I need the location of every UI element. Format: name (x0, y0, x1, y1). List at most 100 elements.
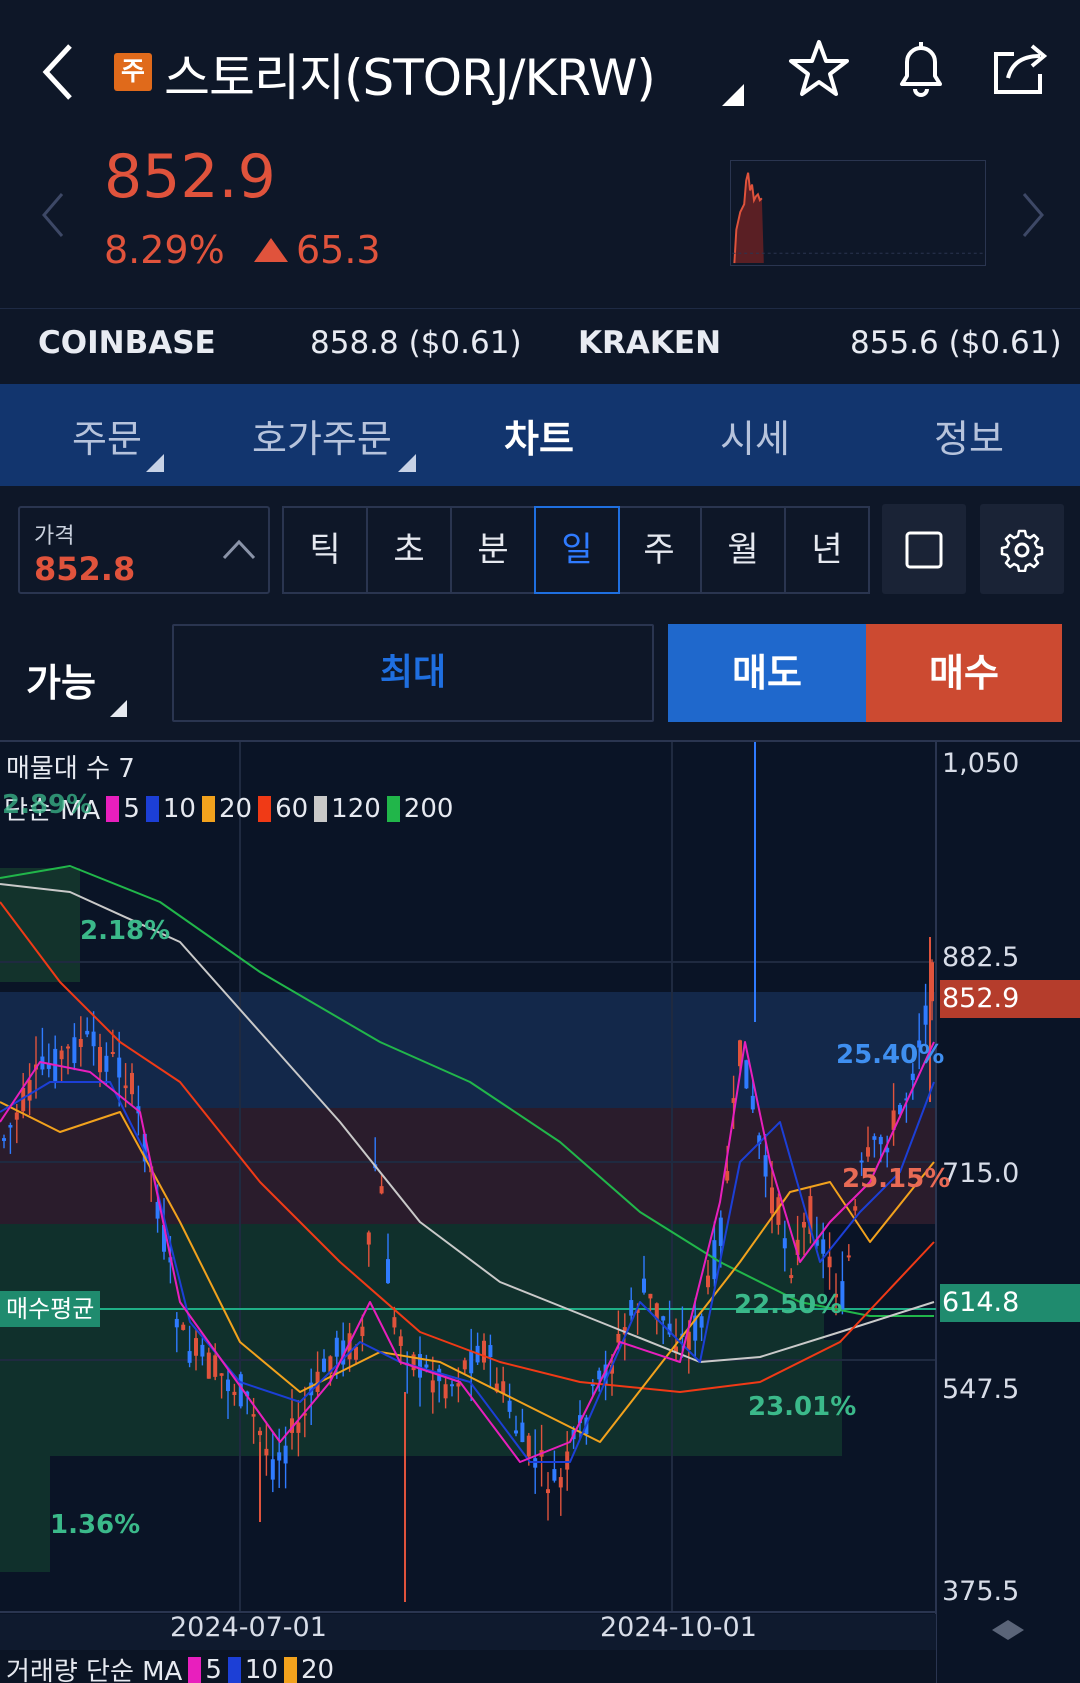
candle-body (117, 1057, 122, 1078)
candle-body (802, 1221, 806, 1228)
candle-body (750, 1095, 755, 1110)
candle-body (923, 1005, 928, 1025)
share-icon[interactable] (988, 36, 1054, 102)
candle-body (174, 1318, 179, 1328)
candle-body (821, 1239, 826, 1254)
profile-percent: 25.40% (836, 1040, 945, 1070)
ma10-swatch (145, 795, 159, 822)
ma20-label: 20 (218, 793, 253, 824)
candle-body (59, 1050, 64, 1060)
tab-order[interactable]: 주문 (72, 408, 142, 463)
period-tick[interactable]: 틱 (284, 508, 368, 592)
volume-ma-legend: 거래량 단순 MA 5 10 20 (6, 1651, 334, 1683)
chart-toolbar: 가격 852.8 틱 초 분 일 주 월 년 (0, 486, 1080, 604)
candle-body (379, 1186, 384, 1194)
candle-body (226, 1379, 230, 1392)
asset-title[interactable]: 스토리지(STORJ/KRW) (164, 38, 656, 110)
ma200-swatch (386, 795, 400, 822)
candle-body (859, 1160, 864, 1163)
square-icon (905, 531, 943, 569)
volume-profile-zone (0, 992, 936, 1108)
candle-body (552, 1469, 557, 1481)
fullscreen-button[interactable] (882, 504, 966, 594)
period-minute[interactable]: 분 (452, 508, 536, 592)
ma5-label: 5 (123, 793, 140, 824)
price-selector-label: 가격 (34, 524, 75, 549)
candle-body (392, 1317, 397, 1328)
price-selector[interactable]: 가격 852.8 (18, 506, 270, 594)
candle-body (200, 1344, 205, 1357)
profile-percent: 25.15% (842, 1164, 951, 1194)
period-month[interactable]: 월 (702, 508, 786, 592)
candle-body (14, 1112, 19, 1120)
volume-profile-zone (0, 1456, 50, 1572)
exchange-prices: COINBASE 858.8 ($0.61) KRAKEN 855.6 ($0.… (0, 308, 1080, 384)
exchange-name: KRAKEN (578, 325, 722, 361)
candle-body (264, 1448, 269, 1456)
profile-percent: 23.01% (748, 1392, 857, 1422)
max-quantity-button[interactable]: 최대 (172, 624, 654, 722)
tab-info[interactable]: 정보 (934, 408, 1004, 463)
ma10-label: 10 (162, 793, 196, 824)
profile-percent: 1.36% (50, 1510, 141, 1540)
back-arrow-icon[interactable] (40, 40, 80, 104)
sell-button[interactable]: 매도 (668, 624, 866, 722)
candle-body (130, 1072, 134, 1095)
vol-ma5-swatch (188, 1656, 202, 1683)
candle-body (789, 1275, 794, 1279)
candle-body (488, 1345, 493, 1358)
candle-body (104, 1055, 109, 1072)
period-day[interactable]: 일 (534, 506, 620, 594)
candle-body (360, 1326, 365, 1337)
candle-body (725, 1171, 730, 1181)
candle-body (98, 1046, 102, 1073)
ma120-label: 120 (331, 793, 381, 824)
price-chart[interactable]: 매물대 수 7 단순 MA 5 10 20 60 120 200 2.89% 1… (0, 740, 1080, 1683)
candle-body (206, 1352, 211, 1379)
volume-profile-label: 매물대 수 7 (6, 754, 135, 784)
candle-body (770, 1187, 774, 1214)
candle-body (258, 1430, 262, 1436)
candle-body (648, 1293, 653, 1299)
candle-body (514, 1430, 518, 1434)
candle-body (910, 1073, 915, 1081)
main-tabs: 주문 호가주문 차트 시세 정보 (0, 384, 1080, 486)
y-tick: 375.5 (942, 1576, 1020, 1607)
star-icon[interactable] (786, 36, 852, 102)
change-amount: 65.3 (296, 228, 381, 272)
period-week[interactable]: 주 (618, 508, 702, 592)
y-tick: 547.5 (942, 1374, 1020, 1405)
bell-icon[interactable] (888, 36, 954, 102)
volume-ma-title: 거래량 단순 MA (6, 1657, 183, 1683)
tab-market[interactable]: 시세 (720, 408, 790, 463)
buy-button[interactable]: 매수 (866, 624, 1062, 722)
candle-body (878, 1136, 883, 1145)
ma20-swatch (201, 795, 215, 822)
candle-body (526, 1435, 531, 1457)
candle-body (507, 1400, 512, 1412)
avail-dropdown[interactable]: 가능 (26, 652, 96, 707)
profile-percent: 22.50% (734, 1290, 843, 1320)
candle-body (187, 1351, 192, 1363)
candle-body (482, 1340, 486, 1363)
settings-button[interactable] (980, 504, 1064, 594)
period-second[interactable]: 초 (368, 508, 452, 592)
order-bar: 가능 최대 매도 매수 (0, 604, 1080, 740)
candle-body (706, 1275, 710, 1288)
tab-chart[interactable]: 차트 (504, 408, 574, 463)
candle-body (72, 1037, 77, 1064)
tab-quote-order[interactable]: 호가주문 (252, 408, 392, 463)
candlestick-chart[interactable] (0, 742, 1080, 1683)
candle-body (501, 1381, 506, 1394)
candle-body (334, 1337, 339, 1357)
change-percent: 8.29% (104, 228, 225, 272)
next-asset-icon[interactable] (1018, 190, 1048, 240)
prev-asset-icon[interactable] (38, 190, 68, 240)
dropdown-corner-icon[interactable] (722, 84, 744, 106)
period-year[interactable]: 년 (786, 508, 868, 592)
avg-price-tag: 614.8 (940, 1284, 1080, 1322)
last-price-tag: 852.9 (940, 980, 1080, 1018)
candle-body (322, 1358, 326, 1372)
chevron-up-icon (222, 539, 256, 560)
profile-percent: 2.18% (80, 916, 171, 946)
